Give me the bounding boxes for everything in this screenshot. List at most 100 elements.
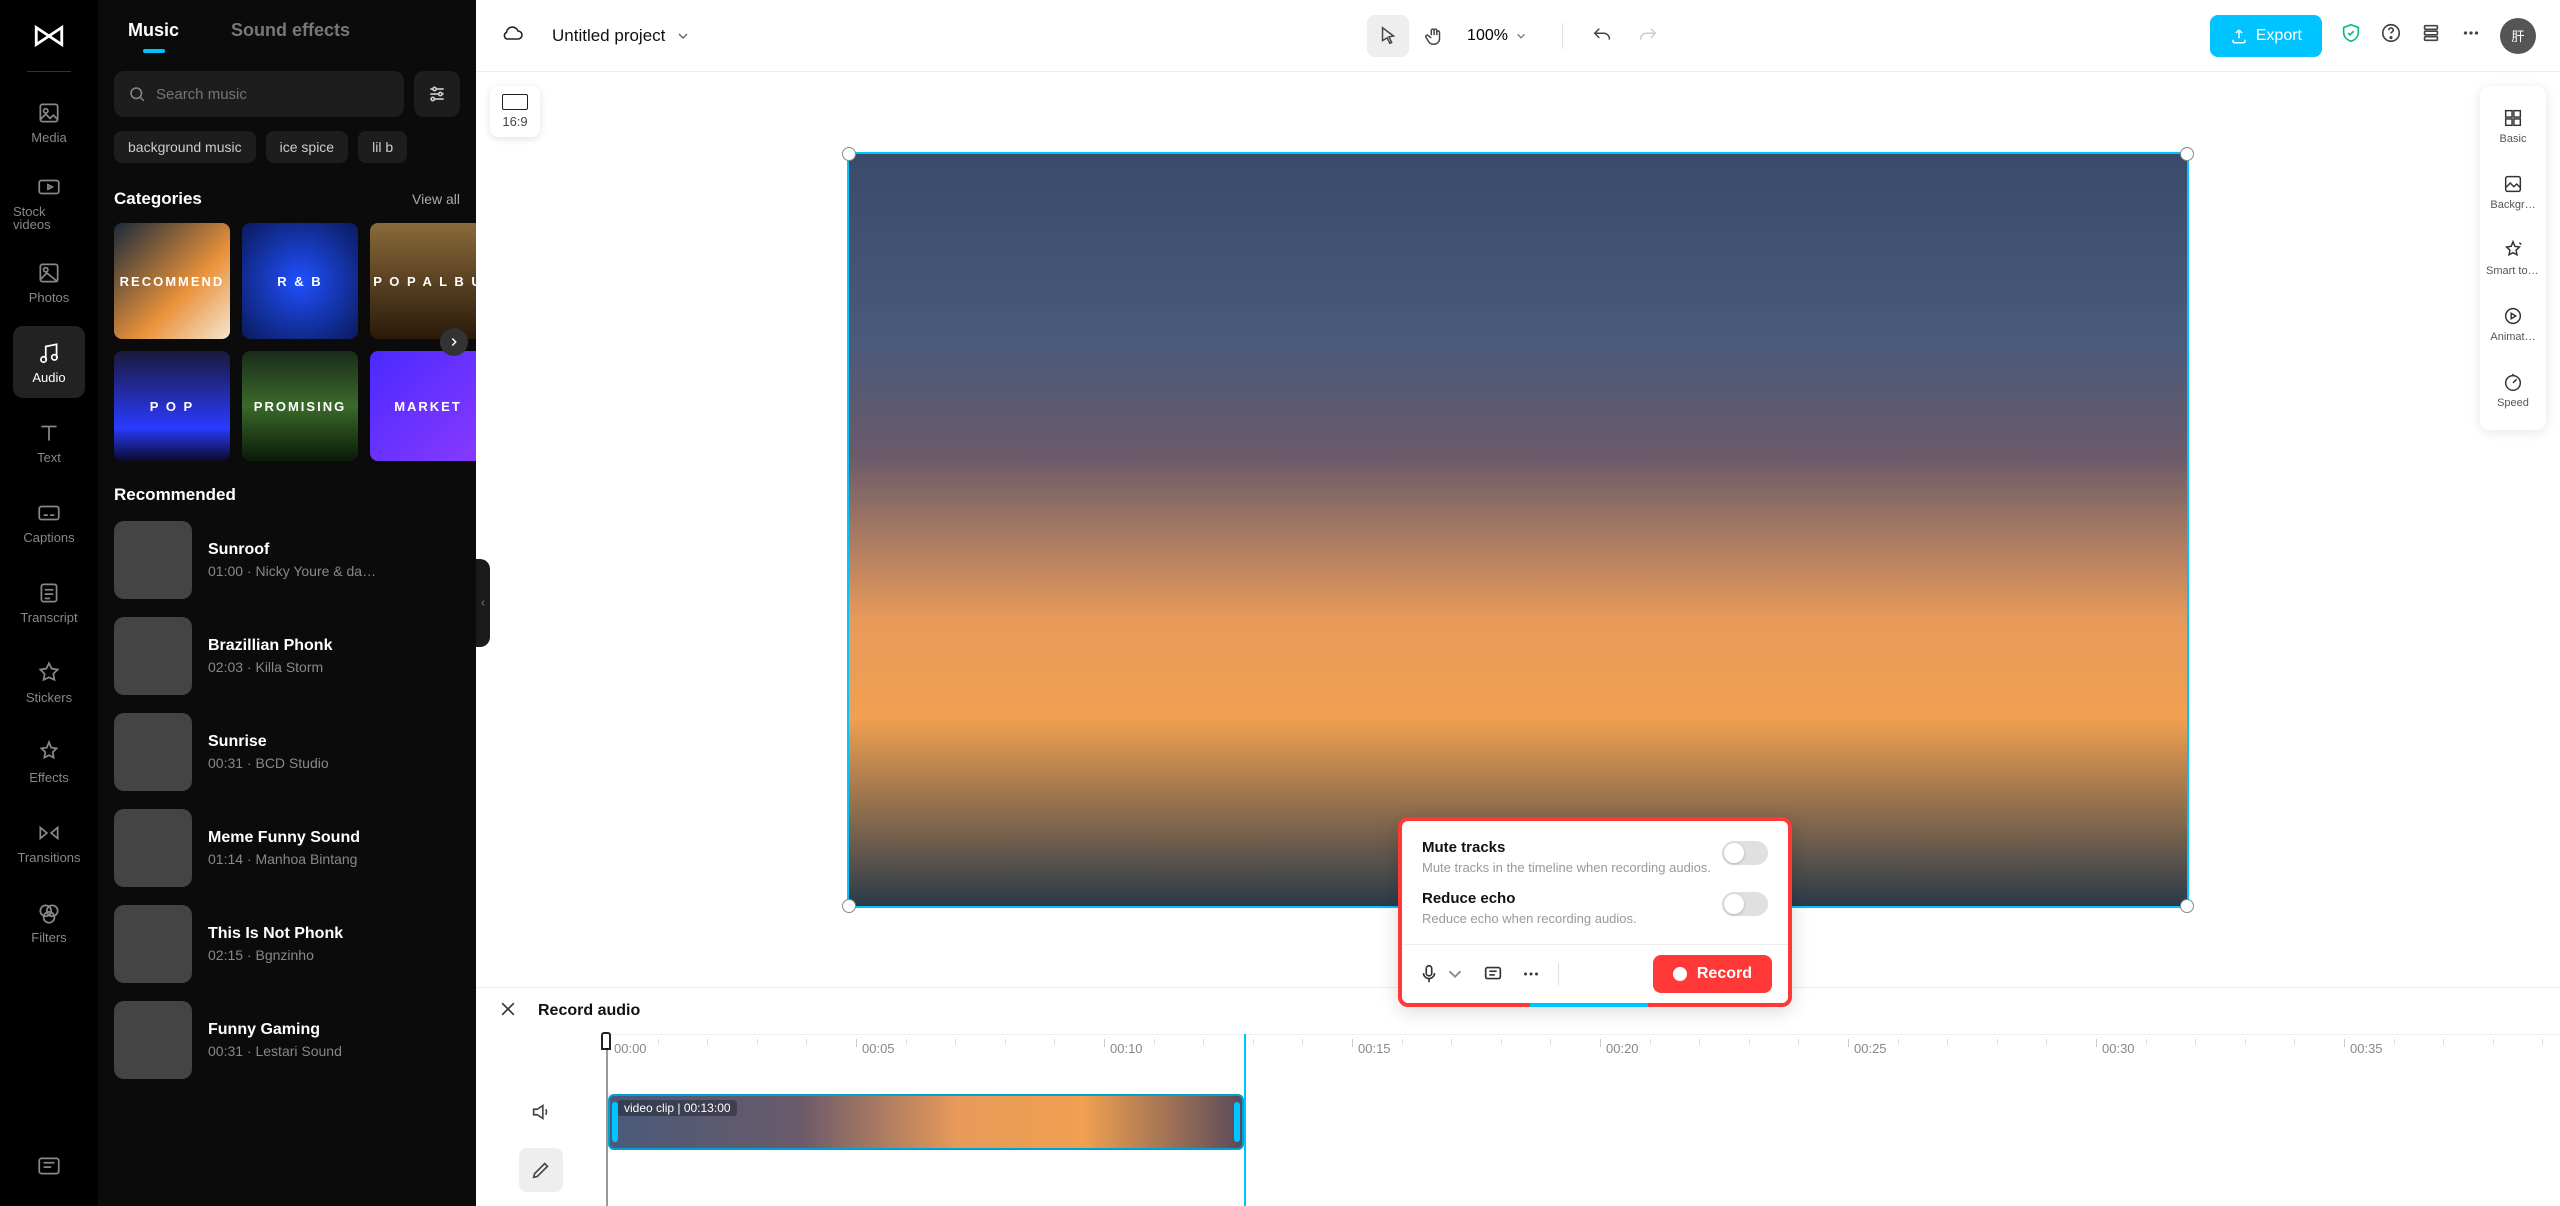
category-card[interactable]: P O P — [114, 351, 230, 461]
resize-handle-bl[interactable] — [842, 899, 856, 913]
record-button[interactable]: Record — [1653, 955, 1772, 993]
hand-tool[interactable] — [1413, 15, 1455, 57]
rail-label: Effects — [29, 771, 69, 784]
zoom-dropdown[interactable]: 100% — [1467, 27, 1528, 45]
record-more-button[interactable] — [1520, 963, 1542, 985]
rail-effects[interactable]: Effects — [13, 726, 85, 798]
tab-music[interactable]: Music — [128, 20, 179, 53]
filter-button[interactable] — [414, 71, 460, 117]
preview-canvas[interactable] — [847, 152, 2189, 908]
rail-text[interactable]: Text — [13, 406, 85, 478]
track-item[interactable]: Sunrise00:31 · BCD Studio — [114, 713, 460, 791]
prop-animation[interactable]: Animat… — [2484, 292, 2542, 356]
clip-trim-left[interactable] — [612, 1102, 618, 1142]
rail-audio[interactable]: Audio — [13, 326, 85, 398]
track-item[interactable]: Funny Gaming00:31 · Lestari Sound — [114, 1001, 460, 1079]
chevron-down-icon — [675, 28, 691, 44]
basic-icon — [2502, 107, 2524, 129]
prop-basic[interactable]: Basic — [2484, 94, 2542, 158]
export-label: Export — [2256, 27, 2302, 45]
stickers-icon — [36, 660, 62, 686]
chip[interactable]: ice spice — [266, 131, 348, 163]
rail-photos[interactable]: Photos — [13, 246, 85, 318]
track-title: Sunroof — [208, 541, 376, 559]
rail-transitions[interactable]: Transitions — [13, 806, 85, 878]
prop-smart[interactable]: Smart tools — [2484, 226, 2542, 290]
reduce-echo-toggle[interactable] — [1722, 892, 1768, 916]
smart-icon — [2502, 239, 2524, 261]
rail-media[interactable]: Media — [13, 86, 85, 158]
video-clip[interactable]: video clip | 00:13:00 — [608, 1094, 1244, 1150]
track-item[interactable]: Meme Funny Sound01:14 · Manhoa Bintang — [114, 809, 460, 887]
rail-label: Photos — [29, 291, 69, 304]
record-audio-popover: Mute tracks Mute tracks in the timeline … — [1398, 817, 1792, 1007]
undo-button[interactable] — [1581, 15, 1623, 57]
resize-handle-tl[interactable] — [842, 147, 856, 161]
track-item[interactable]: Sunroof 01:00 · Nicky Youre & da… — [114, 521, 460, 599]
media-icon — [36, 100, 62, 126]
app-logo[interactable] — [22, 8, 77, 63]
chip[interactable]: lil b — [358, 131, 407, 163]
teleprompter-button[interactable] — [1482, 963, 1504, 985]
track-item[interactable]: Brazillian Phonk02:03 · Killa Storm — [114, 617, 460, 695]
microphone-select[interactable] — [1418, 963, 1466, 985]
prop-label: Backgr… — [2490, 200, 2535, 211]
prop-speed[interactable]: Speed — [2484, 358, 2542, 422]
export-button[interactable]: Export — [2210, 15, 2322, 57]
resize-handle-tr[interactable] — [2180, 147, 2194, 161]
main-area: Untitled project 100% Export — [476, 0, 2560, 1206]
resize-handle-br[interactable] — [2180, 899, 2194, 913]
redo-button[interactable] — [1627, 15, 1669, 57]
chip[interactable]: background music — [114, 131, 256, 163]
category-card[interactable]: R & B — [242, 223, 358, 339]
view-all-link[interactable]: View all — [412, 191, 460, 207]
track-mute-button[interactable] — [519, 1090, 563, 1134]
rail-stock[interactable]: Stock videos — [13, 166, 85, 238]
prop-label: Smart tools — [2486, 266, 2540, 277]
audio-side-panel: Music Sound effects background music ice s… — [98, 0, 476, 1206]
categories-next-button[interactable] — [440, 328, 468, 356]
rail-settings-icon[interactable] — [36, 1153, 62, 1184]
track-subtitle: 01:00 · Nicky Youre & da… — [208, 563, 376, 579]
category-card[interactable]: PROMISING — [242, 351, 358, 461]
aspect-ratio-badge[interactable]: 16:9 — [490, 86, 540, 137]
cloud-sync-icon[interactable] — [500, 21, 524, 50]
preview-area: 16:9 Basic Backgr… Smart tools Animat… Speed… — [476, 72, 2560, 987]
category-card[interactable]: P O P A L B U — [370, 223, 486, 339]
tab-sound-effects[interactable]: Sound effects — [231, 20, 350, 53]
mute-tracks-toggle[interactable] — [1722, 841, 1768, 865]
speed-icon — [2502, 371, 2524, 393]
collapse-panel-handle[interactable] — [476, 559, 490, 647]
select-tool[interactable] — [1367, 15, 1409, 57]
prop-label: Speed — [2497, 398, 2529, 409]
captions-icon — [36, 500, 62, 526]
prop-background[interactable]: Backgr… — [2484, 160, 2542, 224]
clip-trim-right[interactable] — [1234, 1102, 1240, 1142]
track-edit-button[interactable] — [519, 1148, 563, 1192]
close-record-panel[interactable] — [498, 999, 518, 1024]
category-card[interactable]: MARKET — [370, 351, 486, 461]
category-card[interactable]: RECOMMEND — [114, 223, 230, 339]
music-search-input[interactable] — [156, 86, 390, 103]
layers-icon[interactable] — [2420, 22, 2442, 49]
background-icon — [2502, 173, 2524, 195]
shield-icon[interactable] — [2340, 22, 2362, 49]
user-avatar[interactable]: 肝 — [2500, 18, 2536, 54]
timeline-tracks[interactable]: video clip | 00:13:00 — [606, 1066, 2560, 1206]
animation-icon — [2502, 305, 2524, 327]
rail-filters[interactable]: Filters — [13, 886, 85, 958]
rail-captions[interactable]: Captions — [13, 486, 85, 558]
project-name[interactable]: Untitled project — [552, 26, 691, 46]
help-icon[interactable] — [2380, 22, 2402, 49]
audio-tabs: Music Sound effects — [114, 0, 460, 53]
rail-label: Transitions — [17, 851, 80, 864]
track-item[interactable]: This Is Not Phonk02:15 · Bgnzinho — [114, 905, 460, 983]
music-search-box[interactable] — [114, 71, 404, 117]
timeline-cursor[interactable] — [1244, 1034, 1246, 1206]
project-name-text: Untitled project — [552, 26, 665, 46]
transitions-icon — [36, 820, 62, 846]
track-artwork — [114, 905, 192, 983]
rail-transcript[interactable]: Transcript — [13, 566, 85, 638]
more-icon[interactable] — [2460, 22, 2482, 49]
rail-stickers[interactable]: Stickers — [13, 646, 85, 718]
